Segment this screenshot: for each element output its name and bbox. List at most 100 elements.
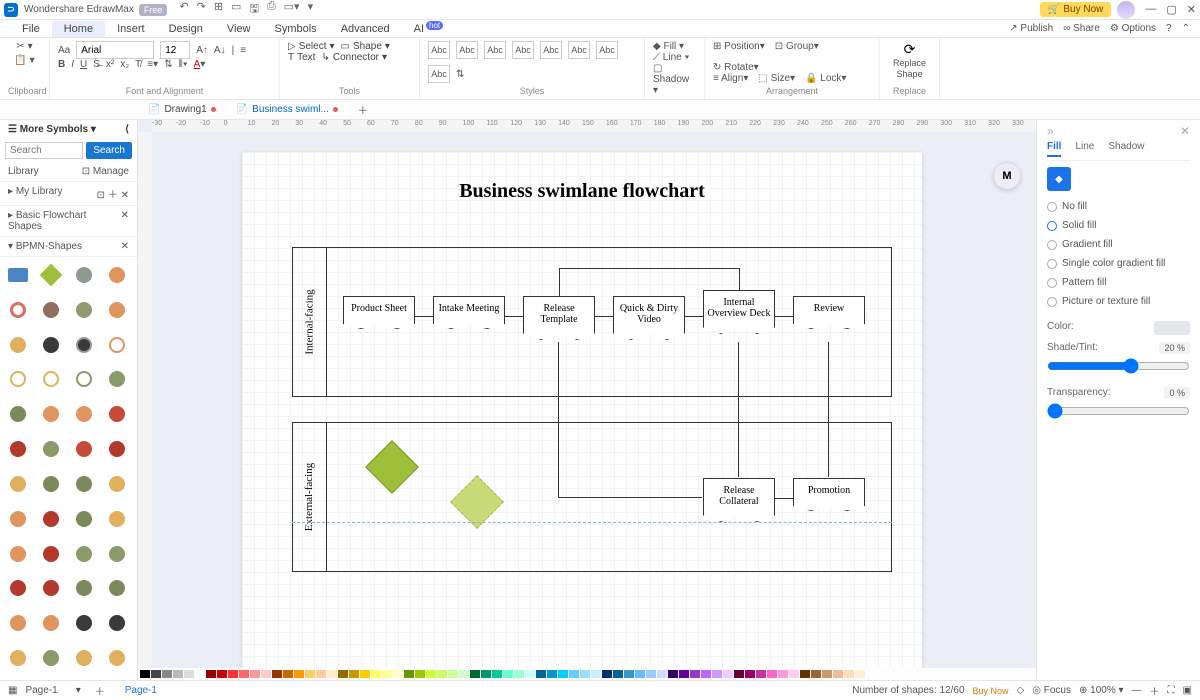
palette-color[interactable] xyxy=(701,670,711,678)
shape-ring[interactable] xyxy=(6,298,30,322)
undo-icon[interactable]: ↶ xyxy=(179,0,188,19)
tab-view[interactable]: View xyxy=(215,21,263,37)
shape[interactable] xyxy=(105,437,129,461)
palette-color[interactable] xyxy=(459,670,469,678)
tab-insert[interactable]: Insert xyxy=(105,21,157,37)
palette-color[interactable] xyxy=(503,670,513,678)
palette-color[interactable] xyxy=(635,670,645,678)
shape[interactable] xyxy=(72,507,96,531)
shade-slider[interactable] xyxy=(1047,358,1190,374)
font-name-input[interactable] xyxy=(76,41,154,59)
palette-color[interactable] xyxy=(327,670,337,678)
palette-color[interactable] xyxy=(778,670,788,678)
shadow-dropdown[interactable]: ▢ Shadow ▾ xyxy=(653,63,696,96)
shape[interactable] xyxy=(6,367,30,391)
subscript-icon[interactable]: x₂ xyxy=(120,59,129,70)
palette-color[interactable] xyxy=(646,670,656,678)
mylib-actions[interactable]: ⊡ ＋ ✕ xyxy=(97,186,129,201)
shape[interactable] xyxy=(105,402,129,426)
shape[interactable] xyxy=(105,646,129,670)
palette-color[interactable] xyxy=(283,670,293,678)
clear-format-icon[interactable]: T̸ xyxy=(135,59,141,70)
bullets-icon[interactable]: ≡▾ xyxy=(147,59,158,70)
shape[interactable] xyxy=(39,367,63,391)
palette-color[interactable] xyxy=(800,670,810,678)
palette-color[interactable] xyxy=(316,670,326,678)
palette-color[interactable] xyxy=(789,670,799,678)
shape[interactable] xyxy=(72,402,96,426)
opt-no-fill[interactable]: No fill xyxy=(1047,197,1190,216)
format-painter-icon[interactable]: Aa xyxy=(58,45,70,56)
shape-rect[interactable] xyxy=(6,263,30,287)
palette-color[interactable] xyxy=(602,670,612,678)
italic-icon[interactable]: I xyxy=(71,59,74,70)
shape[interactable] xyxy=(39,542,63,566)
page-selector[interactable]: Page-1 xyxy=(25,685,57,696)
shape[interactable] xyxy=(39,437,63,461)
open-icon[interactable]: ▭ xyxy=(231,0,241,19)
shape-circle-orange[interactable] xyxy=(105,263,129,287)
cut-icon[interactable]: ✂ ▾ xyxy=(16,41,32,52)
palette-color[interactable] xyxy=(756,670,766,678)
style-preset[interactable]: Abc xyxy=(428,65,450,83)
node-product-sheet[interactable]: Product Sheet xyxy=(343,296,415,329)
transparency-slider[interactable] xyxy=(1047,403,1190,419)
shape[interactable] xyxy=(6,646,30,670)
node-promotion[interactable]: Promotion xyxy=(793,478,865,511)
color-palette[interactable] xyxy=(138,668,1036,680)
underline-icon[interactable]: U xyxy=(80,59,87,70)
new-icon[interactable]: ⊞ xyxy=(214,0,223,19)
export-icon[interactable]: ▭▾ xyxy=(284,0,300,19)
shape[interactable] xyxy=(6,402,30,426)
palette-color[interactable] xyxy=(294,670,304,678)
shape-circle[interactable] xyxy=(72,263,96,287)
shape[interactable] xyxy=(39,402,63,426)
zoom-level[interactable]: ⊕ 100% ▾ xyxy=(1079,685,1124,696)
tab-ai[interactable]: AIhot xyxy=(402,21,456,37)
palette-color[interactable] xyxy=(536,670,546,678)
palette-color[interactable] xyxy=(679,670,689,678)
palette-color[interactable] xyxy=(470,670,480,678)
shape[interactable] xyxy=(105,333,129,357)
palette-color[interactable] xyxy=(173,670,183,678)
palette-color[interactable] xyxy=(745,670,755,678)
style-preset[interactable]: Abc xyxy=(428,41,450,59)
close-icon[interactable]: ✕ xyxy=(1187,3,1196,16)
shape[interactable] xyxy=(105,542,129,566)
shape[interactable] xyxy=(39,507,63,531)
style-preset[interactable]: Abc xyxy=(484,41,506,59)
palette-color[interactable] xyxy=(833,670,843,678)
palette-color[interactable] xyxy=(239,670,249,678)
shape[interactable] xyxy=(72,611,96,635)
color-swatch[interactable] xyxy=(1154,321,1190,335)
palette-color[interactable] xyxy=(272,670,282,678)
font-size-input[interactable] xyxy=(160,41,190,59)
palette-color[interactable] xyxy=(195,670,205,678)
share-button[interactable]: ∞ Share xyxy=(1063,23,1100,34)
line-dropdown[interactable]: ⟋ Line ▾ xyxy=(653,52,696,63)
shape[interactable] xyxy=(6,333,30,357)
style-preset[interactable]: Abc xyxy=(540,41,562,59)
tab-design[interactable]: Design xyxy=(157,21,215,37)
buy-now-button[interactable]: 🛒 Buy Now xyxy=(1040,2,1111,17)
tab-shadow[interactable]: Shadow xyxy=(1108,141,1144,157)
shape[interactable] xyxy=(72,576,96,600)
palette-color[interactable] xyxy=(371,670,381,678)
size-button[interactable]: ⬚ Size▾ xyxy=(758,73,795,84)
select-button[interactable]: ▷ Select ▾ xyxy=(288,41,335,52)
shape[interactable] xyxy=(39,298,63,322)
palette-color[interactable] xyxy=(723,670,733,678)
options-button[interactable]: ⚙ Options xyxy=(1110,23,1156,34)
palette-color[interactable] xyxy=(415,670,425,678)
palette-color[interactable] xyxy=(855,670,865,678)
palette-color[interactable] xyxy=(162,670,172,678)
palette-color[interactable] xyxy=(690,670,700,678)
palette-color[interactable] xyxy=(349,670,359,678)
align-left-icon[interactable]: ≡ xyxy=(240,45,246,56)
palette-color[interactable] xyxy=(569,670,579,678)
symbol-search-input[interactable] xyxy=(5,142,83,159)
strike-icon[interactable]: S̶ xyxy=(93,59,100,70)
maximize-icon[interactable]: ▢ xyxy=(1166,3,1176,16)
palette-color[interactable] xyxy=(591,670,601,678)
palette-color[interactable] xyxy=(261,670,271,678)
